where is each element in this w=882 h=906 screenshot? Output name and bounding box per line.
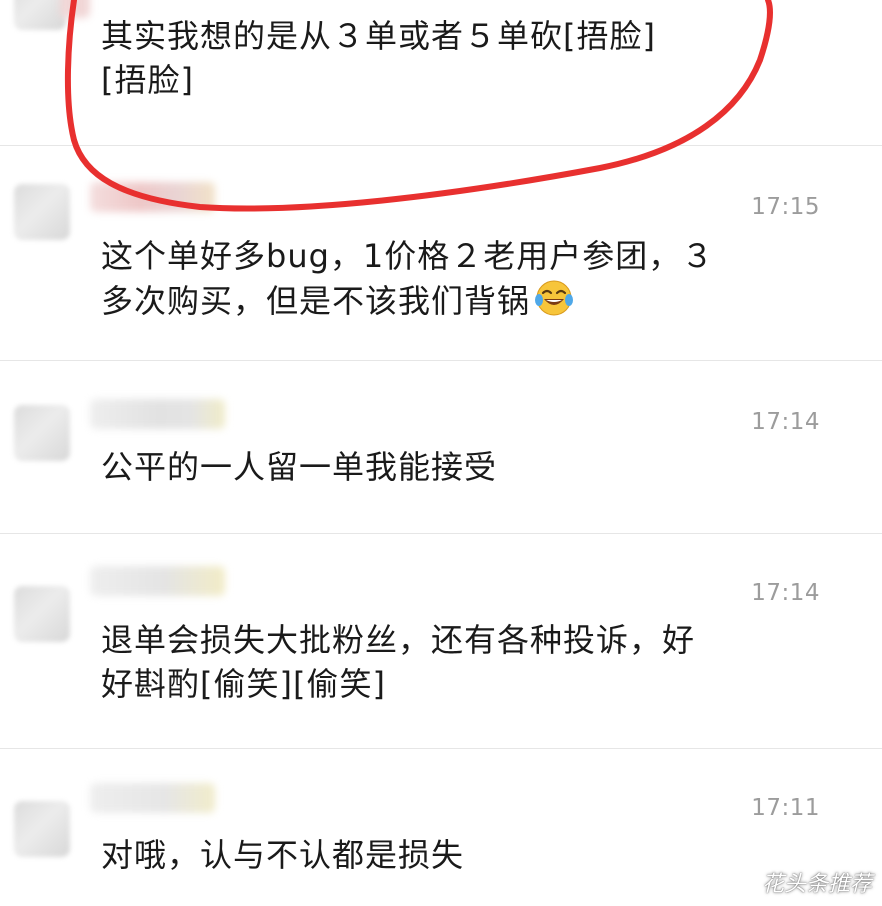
message-text: 对哦，认与不认都是损失 bbox=[101, 833, 801, 877]
message-line: 其实我想的是从３单或者５单砍[捂脸] bbox=[101, 17, 656, 55]
message-line-text: 多次购买，但是不该我们背锅 bbox=[101, 282, 531, 320]
sender-name-blurred bbox=[60, 0, 90, 18]
message-line: 公平的一人留一单我能接受 bbox=[101, 448, 498, 486]
avatar[interactable] bbox=[14, 586, 70, 642]
message-timestamp: 17:11 bbox=[751, 795, 820, 821]
chat-message: 其实我想的是从３单或者５单砍[捂脸] [捂脸] bbox=[0, 0, 882, 146]
message-text: 退单会损失大批粉丝，还有各种投诉，好 好斟酌[偷笑][偷笑] bbox=[101, 618, 801, 706]
sender-name-blurred bbox=[90, 399, 225, 429]
chat-message: 17:14 退单会损失大批粉丝，还有各种投诉，好 好斟酌[偷笑][偷笑] bbox=[0, 534, 882, 749]
avatar[interactable] bbox=[14, 801, 70, 857]
chat-thread: 其实我想的是从３单或者５单砍[捂脸] [捂脸] 17:15 这个单好多bug，1… bbox=[0, 0, 882, 906]
message-line: 这个单好多bug，1价格２老用户参团，３ bbox=[101, 237, 715, 275]
watermark-text: 花头条推荐 bbox=[761, 872, 872, 897]
weibo-icon bbox=[726, 873, 754, 893]
message-line: 好斟酌[偷笑][偷笑] bbox=[101, 665, 386, 703]
message-timestamp: 17:14 bbox=[751, 580, 820, 606]
message-timestamp: 17:14 bbox=[751, 409, 820, 435]
avatar[interactable] bbox=[14, 0, 66, 30]
laughing-tears-emoji-icon bbox=[535, 280, 574, 316]
message-line: 对哦，认与不认都是损失 bbox=[101, 836, 465, 874]
message-line: 多次购买，但是不该我们背锅 bbox=[101, 278, 801, 323]
message-text: 这个单好多bug，1价格２老用户参团，３ 多次购买，但是不该我们背锅 bbox=[101, 234, 801, 323]
message-text: 其实我想的是从３单或者５单砍[捂脸] [捂脸] bbox=[101, 14, 801, 102]
chat-message: 17:15 这个单好多bug，1价格２老用户参团，３ 多次购买，但是不该我们背锅 bbox=[0, 146, 882, 361]
message-text: 公平的一人留一单我能接受 bbox=[101, 445, 801, 489]
avatar[interactable] bbox=[14, 184, 70, 240]
chat-message: 17:14 公平的一人留一单我能接受 bbox=[0, 361, 882, 534]
watermark: 花头条推荐 bbox=[726, 866, 872, 898]
message-line: [捂脸] bbox=[101, 61, 194, 99]
message-line: 退单会损失大批粉丝，还有各种投诉，好 bbox=[101, 621, 696, 659]
sender-name-blurred bbox=[90, 783, 215, 813]
message-timestamp: 17:15 bbox=[751, 194, 820, 220]
avatar[interactable] bbox=[14, 405, 70, 461]
sender-name-blurred bbox=[90, 566, 225, 596]
sender-name-blurred bbox=[90, 182, 215, 212]
